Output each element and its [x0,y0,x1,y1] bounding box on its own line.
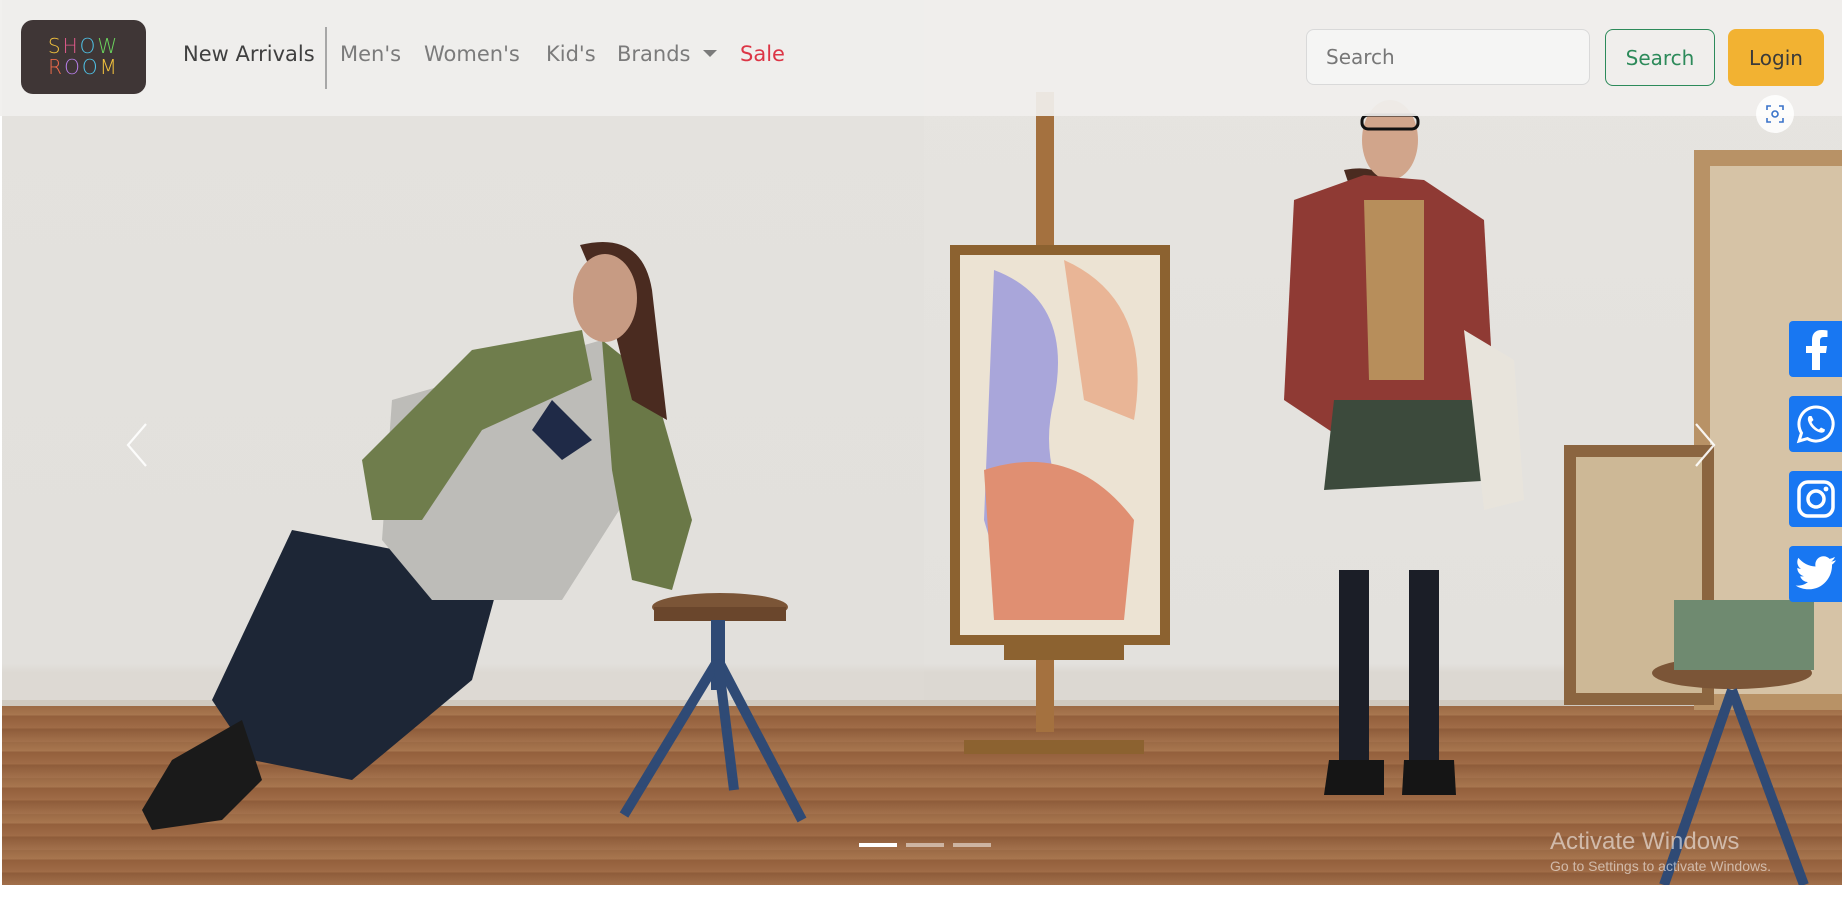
hero-carousel: Activate Windows Go to Settings to activ… [2,0,1842,885]
facebook-link[interactable] [1789,321,1842,377]
carousel-indicators [859,843,991,847]
caret-down-icon [702,50,717,57]
logo-letter: O [79,34,98,58]
nav-new-arrivals[interactable]: New Arrivals [183,42,315,66]
nav-divider [325,27,327,89]
nav-brands-label: Brands [617,42,691,66]
nav-kids[interactable]: Kid's [546,42,596,66]
nav-sale[interactable]: Sale [740,42,785,66]
watermark-subtitle: Go to Settings to activate Windows. [1550,858,1771,874]
nav-mens[interactable]: Men's [340,42,401,66]
instagram-icon [1796,480,1835,518]
facebook-icon [1805,330,1827,370]
carousel-prev-button[interactable] [117,420,157,470]
carousel-next-button[interactable] [1685,420,1725,470]
nav-womens[interactable]: Women's [424,42,520,66]
carousel-indicator-3[interactable] [953,843,991,847]
lens-scan-icon [1766,105,1784,123]
logo-letter: S [47,34,63,58]
logo-letter: O [64,55,82,79]
logo-letter: O [81,55,100,79]
logo-letter: W [97,34,120,58]
activate-windows-watermark: Activate Windows Go to Settings to activ… [1550,828,1771,874]
search-button[interactable]: Search [1605,29,1715,86]
logo-letter: R [48,55,65,79]
whatsapp-icon [1796,405,1835,444]
chevron-right-icon [1695,423,1716,467]
logo-line-2: ROOM [48,57,119,78]
chevron-left-icon [126,423,147,467]
top-navbar: SHOW ROOM New Arrivals Men's Women's Kid… [0,0,1842,116]
carousel-indicator-2[interactable] [906,843,944,847]
login-button[interactable]: Login [1728,29,1824,86]
search-input[interactable] [1306,29,1590,85]
logo-letter: M [99,55,119,79]
twitter-icon [1795,556,1836,590]
visual-search-button[interactable] [1756,95,1794,133]
carousel-indicator-1[interactable] [859,843,897,847]
logo-line-1: SHOW [48,36,119,57]
whatsapp-link[interactable] [1789,396,1842,452]
twitter-link[interactable] [1789,546,1842,602]
showroom-logo[interactable]: SHOW ROOM [21,20,146,94]
logo-letter: H [62,34,80,58]
watermark-title: Activate Windows [1550,828,1740,855]
instagram-link[interactable] [1789,471,1842,527]
nav-brands-dropdown[interactable]: Brands [617,42,717,66]
